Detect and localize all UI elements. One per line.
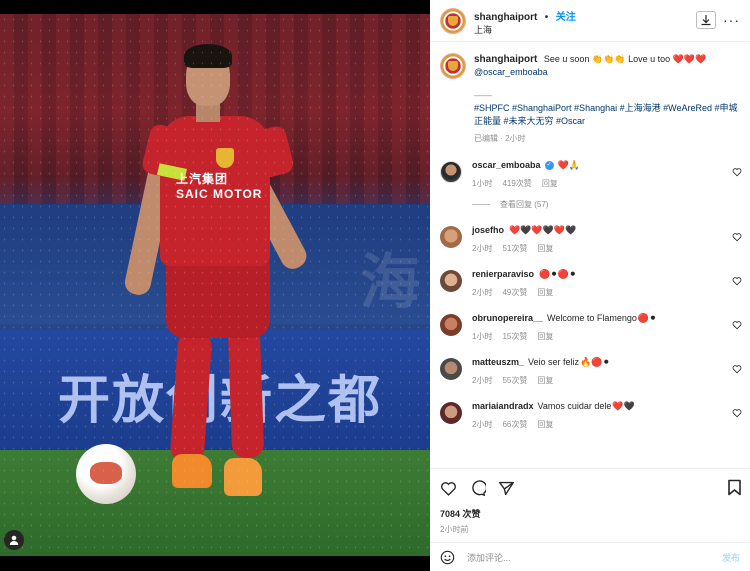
commenter-username[interactable]: oscar_emboaba [472, 160, 541, 170]
heart-icon[interactable] [732, 320, 742, 330]
post-actions: 7084 次赞 2小时前 [430, 468, 750, 535]
post-header: shanghaiport • 关注 上海 ··· [430, 0, 750, 42]
follow-button[interactable]: 关注 [556, 12, 576, 23]
comment-time[interactable]: 2小时 [472, 420, 492, 429]
caption-username[interactable]: shanghaiport [474, 54, 537, 65]
caption-text: See u soon [543, 54, 590, 64]
download-button[interactable] [696, 11, 716, 29]
comment-item: mariaiandradx Vamos cuidar dele❤️🖤 2小时 66次… [430, 400, 750, 430]
comment-text: Welcome to Flamengo [547, 313, 637, 323]
reply-button[interactable]: 回复 [537, 244, 553, 253]
post-timestamp[interactable]: 2小时前 [440, 524, 740, 535]
reply-button[interactable]: 回复 [537, 288, 553, 297]
tagged-users-icon[interactable] [4, 530, 24, 550]
view-replies-button[interactable]: 查看回复 (57) [472, 199, 750, 210]
comment-time[interactable]: 2小时 [472, 288, 492, 297]
more-options-icon[interactable]: ··· [723, 12, 740, 28]
commenter-avatar[interactable] [440, 314, 462, 336]
comment-likes[interactable]: 66次赞 [502, 420, 527, 429]
share-icon[interactable] [498, 480, 515, 497]
heart-icon[interactable] [732, 408, 742, 418]
comment-icon[interactable] [469, 479, 486, 497]
caption-text-2: Love u too [628, 54, 671, 64]
commenter-avatar[interactable] [440, 402, 462, 424]
commenter-username[interactable]: obrunopereira__ [472, 313, 543, 323]
caption-hashtags[interactable]: #SHPFC #ShanghaiPort #Shanghai #上海海港 #We… [474, 103, 737, 126]
comment-input[interactable]: 添加评论... [467, 551, 722, 564]
comment-likes[interactable]: 55次赞 [502, 376, 527, 385]
comment-time[interactable]: 1小时 [472, 332, 492, 341]
comment-item: josefho ❤️🖤❤️🖤❤️🖤 2小时 51次赞 回复 [430, 224, 750, 254]
comment-text: Veio ser feliz [528, 357, 580, 367]
caption-hearts: ❤️❤️❤️ [672, 54, 707, 64]
commenter-avatar[interactable] [440, 161, 462, 183]
caption-mention[interactable]: @oscar_emboaba [474, 67, 548, 77]
separator-dot: • [544, 11, 549, 23]
commenter-username[interactable]: renierparaviso [472, 269, 534, 279]
post-photo[interactable]: 海 开放创新之都 上汽集团SAIC MOTOR [0, 14, 430, 556]
comment-emoji: ❤️🖤❤️🖤❤️🖤 [509, 225, 577, 235]
commenter-avatar[interactable] [440, 270, 462, 292]
likes-count[interactable]: 7084 次赞 [440, 507, 740, 520]
comment-emoji: ❤️🖤 [612, 401, 635, 411]
reply-button[interactable]: 回复 [537, 420, 553, 429]
caption-emoji: 👏👏👏 [591, 54, 626, 64]
add-comment-bar: 添加评论... 发布 [430, 542, 750, 571]
comment-likes[interactable]: 51次赞 [502, 244, 527, 253]
comment-time[interactable]: 1小时 [472, 179, 492, 188]
comment-emoji: 🔴⚫🔴⚫ [539, 269, 577, 279]
caption-divider: —— [474, 90, 492, 100]
post-comment-button[interactable]: 发布 [722, 551, 740, 564]
post-caption: shanghaiport See u soon 👏👏👏 Love u too ❤… [430, 43, 750, 145]
avatar[interactable] [440, 53, 466, 79]
verified-badge-icon: ✓ [544, 161, 554, 171]
comment-item: obrunopereira__ Welcome to Flamengo🔴⚫ 1小时… [430, 312, 750, 342]
comment-emoji: 🔴⚫ [637, 313, 657, 323]
commenter-avatar[interactable] [440, 226, 462, 248]
comment-emoji: 🔥🔴⚫ [580, 357, 611, 367]
avatar[interactable] [440, 7, 466, 34]
comments-scroll[interactable]: shanghaiport See u soon 👏👏👏 Love u too ❤… [430, 43, 750, 468]
heart-icon[interactable] [732, 364, 742, 374]
comment-time[interactable]: 2小时 [472, 376, 492, 385]
commenter-username[interactable]: matteuszm_ [472, 357, 524, 367]
commenter-username[interactable]: mariaiandradx [472, 401, 534, 411]
comment-item: renierparaviso 🔴⚫🔴⚫ 2小时 49次赞 回复 [430, 268, 750, 298]
heart-icon[interactable] [732, 232, 742, 242]
reply-button[interactable]: 回复 [537, 332, 553, 341]
comment-emoji: ❤️🙏 [557, 160, 580, 170]
comment-item: oscar_emboaba ✓ ❤️🙏 1小时 419次赞 回复 [430, 159, 750, 189]
heart-icon[interactable] [732, 167, 742, 177]
reply-button[interactable]: 回复 [537, 376, 553, 385]
post-media[interactable]: 海 开放创新之都 上汽集团SAIC MOTOR [0, 0, 430, 571]
post-location[interactable]: 上海 [474, 25, 576, 36]
commenter-username[interactable]: josefho [472, 225, 504, 235]
caption-meta: 已编辑 · 2小时 [474, 134, 526, 143]
comment-time[interactable]: 2小时 [472, 244, 492, 253]
emoji-icon[interactable] [440, 550, 455, 565]
bookmark-icon[interactable] [727, 479, 742, 496]
like-heart-icon[interactable] [440, 480, 457, 497]
comment-item: matteuszm_ Veio ser feliz🔥🔴⚫ 2小时 55次赞 回复 [430, 356, 750, 386]
heart-icon[interactable] [732, 276, 742, 286]
post-username[interactable]: shanghaiport [474, 12, 537, 23]
comment-likes[interactable]: 419次赞 [502, 179, 531, 188]
comment-text: Vamos cuidar dele [537, 401, 612, 411]
download-icon [701, 15, 711, 26]
reply-button[interactable]: 回复 [542, 179, 558, 188]
comment-likes[interactable]: 49次赞 [502, 288, 527, 297]
comment-likes[interactable]: 15次赞 [502, 332, 527, 341]
post-sidebar: shanghaiport • 关注 上海 ··· shanghaiport Se… [430, 0, 750, 571]
commenter-avatar[interactable] [440, 358, 462, 380]
